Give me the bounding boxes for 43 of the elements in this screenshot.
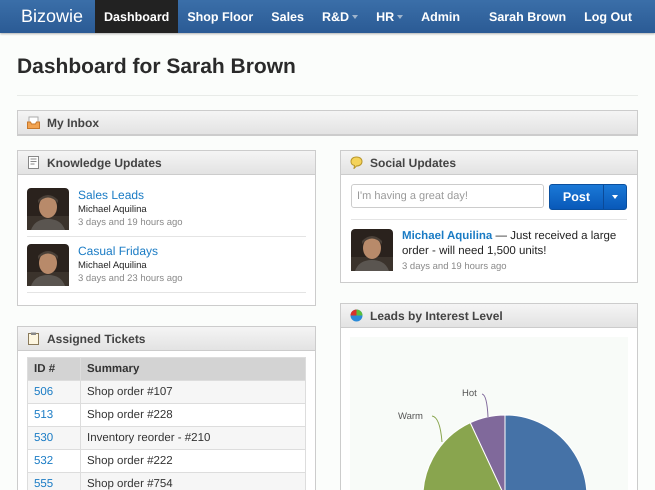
- brand-logo[interactable]: Bizowie: [10, 0, 96, 33]
- ticket-id-link[interactable]: 555: [28, 472, 80, 490]
- nav-link[interactable]: Admin: [412, 0, 470, 33]
- column-header: ID #: [28, 358, 80, 380]
- nav-link[interactable]: Dashboard: [95, 0, 178, 33]
- clipboard-icon: [27, 332, 40, 345]
- nav-link[interactable]: Log Out: [575, 0, 641, 33]
- nav-link[interactable]: HR: [367, 0, 412, 33]
- slice-label: Warm: [398, 411, 423, 422]
- panel-title: Knowledge Updates: [47, 156, 162, 170]
- document-icon: [27, 156, 40, 169]
- nav-link[interactable]: Shop Floor: [178, 0, 262, 33]
- author-name: Michael Aquilina: [78, 204, 148, 215]
- panel-title: My Inbox: [47, 116, 100, 130]
- leader-line: [482, 394, 488, 418]
- article-link[interactable]: Sales Leads: [78, 188, 183, 202]
- nav-link[interactable]: Sarah Brown: [480, 0, 576, 33]
- panel-title: Social Updates: [370, 156, 456, 170]
- nav-link[interactable]: R&D: [312, 0, 368, 33]
- pie-chart-icon: [350, 309, 363, 322]
- nav-link[interactable]: Sales: [262, 0, 313, 33]
- panel-title: Leads by Interest Level: [370, 308, 503, 322]
- leader-line: [432, 416, 442, 442]
- ticket-id-link[interactable]: 530: [28, 426, 80, 450]
- inbox-tray-icon: [27, 116, 40, 129]
- table-cell: Shop order #754: [80, 472, 306, 490]
- ticket-id-link[interactable]: 506: [28, 380, 80, 404]
- slice-label: Hot: [462, 388, 477, 399]
- speech-bubble-icon: [350, 156, 363, 169]
- article-link[interactable]: Casual Fridays: [78, 244, 183, 258]
- timestamp: 3 days and 19 hours ago: [402, 261, 508, 272]
- panel-header[interactable]: My Inbox: [18, 111, 637, 135]
- timestamp: 3 days and 19 hours ago: [78, 217, 183, 228]
- table-cell: Shop order #107: [80, 380, 306, 404]
- page-title: Dashboard for Sarah Brown: [17, 33, 638, 96]
- status-update-text: Michael Aquilina — Just received a large order - will need 1,500 units!: [402, 229, 618, 259]
- author-name: Michael Aquilina: [78, 260, 148, 271]
- column-header: Summary: [80, 358, 306, 380]
- panel-title: Assigned Tickets: [47, 332, 146, 346]
- status-input[interactable]: I'm having a great day!: [351, 184, 544, 208]
- timestamp: 3 days and 23 hours ago: [78, 273, 183, 284]
- author-link[interactable]: Michael Aquilina: [402, 230, 492, 242]
- table-cell: Inventory reorder - #210: [80, 426, 306, 450]
